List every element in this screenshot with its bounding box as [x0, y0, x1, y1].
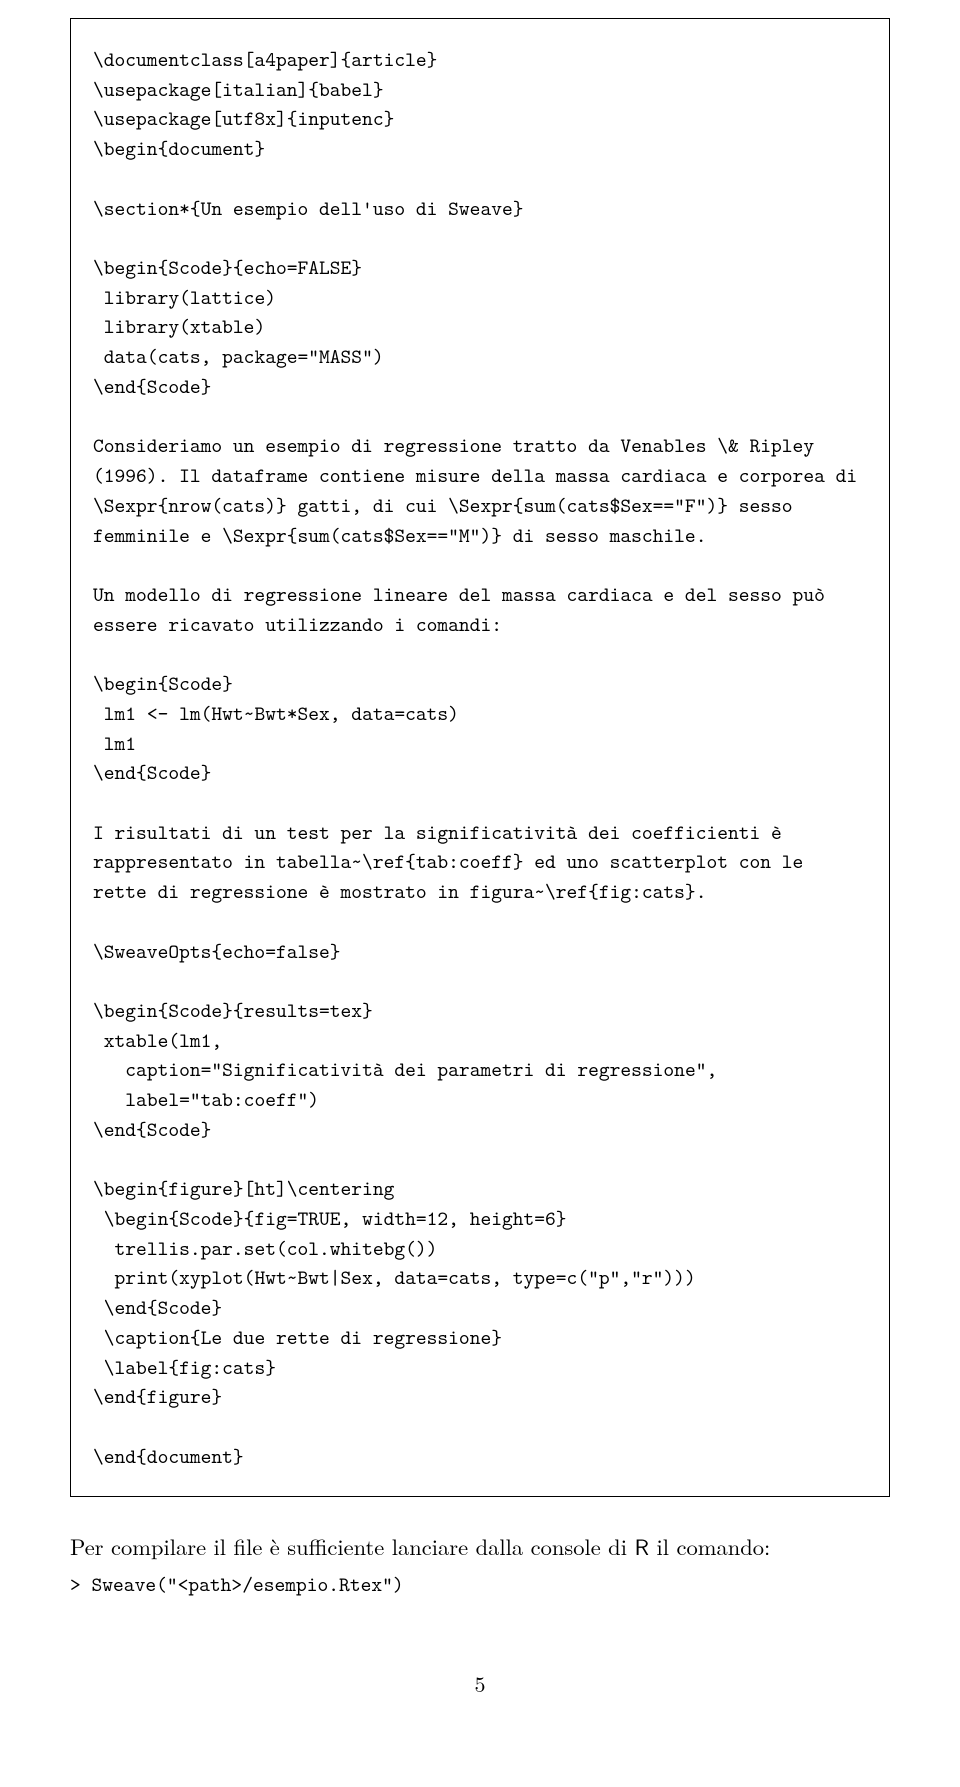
code-listing: \documentclass[a4paper]{article} \usepac…	[93, 45, 867, 1472]
command-line: > Sweave("<path>/esempio.Rtex")	[70, 1571, 890, 1598]
code-listing-box: \documentclass[a4paper]{article} \usepac…	[70, 18, 890, 1497]
r-label: R	[634, 1529, 649, 1562]
body-paragraph: Per compilare il file è sufficiente lanc…	[70, 1531, 890, 1561]
body-text-suffix: il comando:	[649, 1530, 770, 1562]
page-number: 5	[70, 1668, 890, 1699]
document-page: \documentclass[a4paper]{article} \usepac…	[0, 0, 960, 1739]
body-text-prefix: Per compilare il file è sufficiente lanc…	[70, 1530, 634, 1562]
